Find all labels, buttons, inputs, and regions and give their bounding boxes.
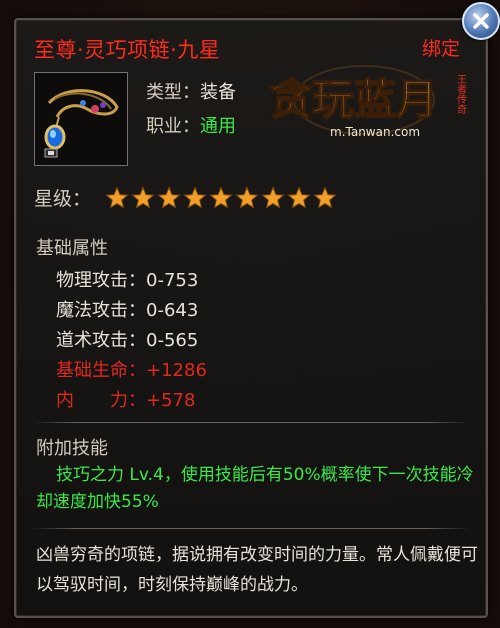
star-icon [105, 185, 129, 209]
attr-label: 基础生命 [56, 360, 128, 381]
colon: ： [182, 116, 200, 137]
item-type-row: 类型：装备 [146, 78, 236, 104]
star-level-label-text: 星级 [34, 188, 73, 210]
star-icon [261, 185, 285, 209]
close-icon [473, 13, 489, 29]
star-icon [157, 185, 181, 209]
attr-row: 魔法攻击：0-643 [56, 300, 199, 321]
attr-value: 0-643 [146, 300, 199, 321]
bound-badge: 绑定 [421, 38, 460, 60]
item-type-label: 类型 [146, 82, 182, 103]
logo-url: m.Tanwan.com [330, 125, 420, 139]
item-name: 至尊·灵巧项链·九星 [34, 38, 221, 62]
attr-label: 物理攻击 [56, 270, 128, 291]
attr-value: +1286 [146, 360, 207, 381]
skill-text: 技巧之力 Lv.4，使用技能后有50%概率使下一次技能冷却速度加快55% [36, 465, 474, 512]
divider [32, 422, 470, 423]
necklace-icon [35, 73, 127, 165]
attr-value: +578 [146, 390, 196, 411]
item-job-value: 通用 [200, 116, 236, 137]
star-icon [235, 185, 259, 209]
base-attrs-title: 基础属性 [36, 238, 108, 259]
star-icon [131, 185, 155, 209]
attr-value: 0-753 [146, 270, 199, 291]
attr-label: 内 力 [56, 390, 128, 411]
attr-row: 物理攻击：0-753 [56, 270, 199, 291]
item-type-value: 装备 [200, 82, 236, 103]
star-rating [105, 185, 339, 210]
star-level-label: 星级： [34, 188, 92, 210]
divider [32, 528, 470, 529]
star-icon [209, 185, 233, 209]
attr-label: 魔法攻击 [56, 300, 128, 321]
item-job-row: 职业：通用 [146, 112, 236, 138]
game-logo: 贪玩蓝月 王者传奇 m.Tanwan.com [264, 60, 470, 152]
logo-side-text: 王者传奇 [455, 74, 467, 114]
attr-label: 道术攻击 [56, 330, 128, 351]
item-icon-frame [34, 72, 128, 166]
attr-row: 基础生命：+1286 [56, 360, 207, 381]
tooltip-stage: 至尊·灵巧项链·九星 绑定 类型：装备 职业：通用 贪玩蓝月 王者传奇 m.Ta… [0, 0, 500, 628]
attr-row: 道术攻击：0-565 [56, 330, 199, 351]
item-description: 凶兽穷奇的项链，据说拥有改变时间的力量。常人佩戴便可以驾驭时间，时刻保持巅峰的战… [36, 545, 478, 595]
colon: ： [182, 82, 200, 103]
star-icon [313, 185, 337, 209]
star-level-row: 星级： [34, 184, 339, 211]
item-tooltip-panel: 至尊·灵巧项链·九星 绑定 类型：装备 职业：通用 贪玩蓝月 王者传奇 m.Ta… [14, 18, 488, 618]
star-icon [287, 185, 311, 209]
skill-title: 附加技能 [36, 438, 108, 459]
item-job-label: 职业 [146, 116, 182, 137]
close-button[interactable] [462, 2, 500, 40]
attr-row: 内 力：+578 [56, 390, 196, 411]
logo-main-text: 贪玩蓝月 [270, 75, 438, 124]
star-icon [183, 185, 207, 209]
attr-value: 0-565 [146, 330, 199, 351]
